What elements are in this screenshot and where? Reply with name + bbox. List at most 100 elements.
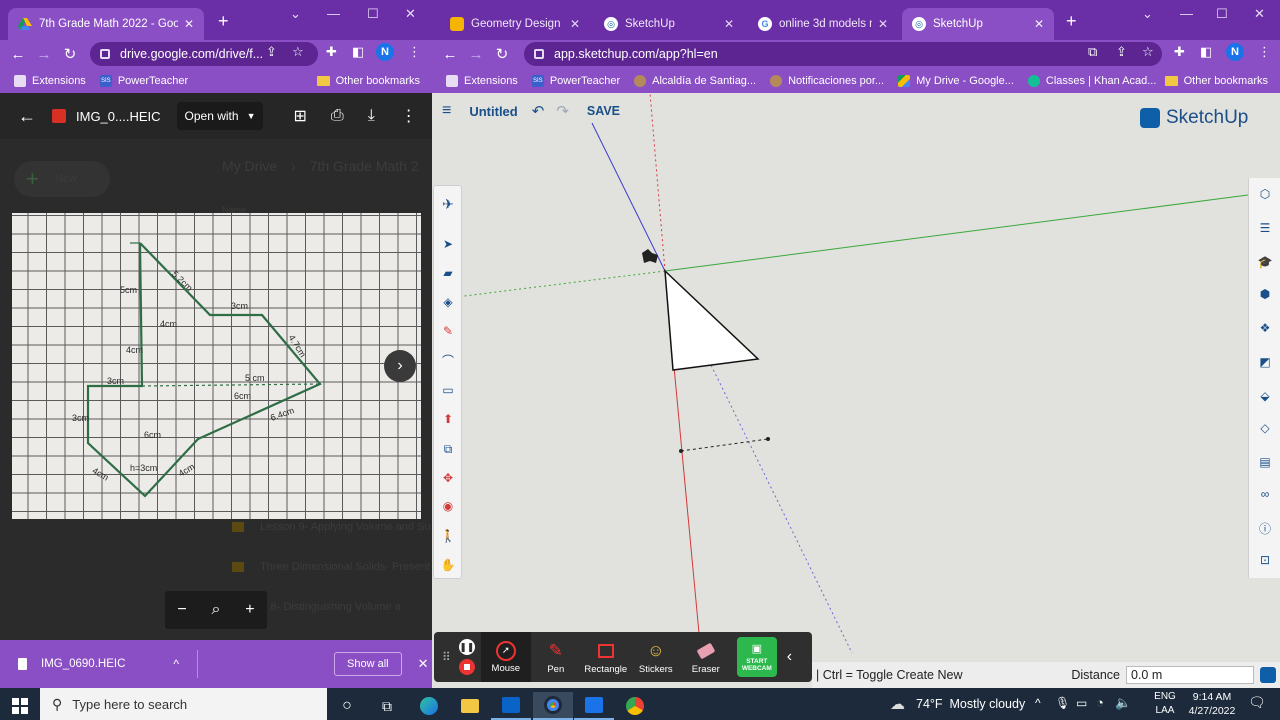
network-icon[interactable]: ▭	[1076, 696, 1087, 710]
avatar[interactable]: N	[376, 43, 394, 61]
solid-icon[interactable]: ⊡	[1255, 550, 1275, 570]
entity-info-icon[interactable]: ⬡	[1255, 184, 1275, 204]
tab-geometry-design[interactable]: Geometry Design Proje ✕	[440, 8, 590, 40]
close-tab-icon[interactable]: ✕	[184, 17, 194, 31]
close-tab-icon[interactable]: ✕	[1034, 17, 1044, 31]
outlook-icon[interactable]	[491, 692, 531, 720]
magnifier-icon[interactable]: ⌕	[212, 601, 221, 619]
start-webcam-button[interactable]: ▣ START WEBCAM	[736, 637, 777, 677]
reload-button[interactable]: ↻	[57, 45, 83, 63]
bookmark-alcaldia[interactable]: Alcaldía de Santiag...	[634, 74, 756, 87]
bookmark-khan[interactable]: Classes | Khan Acad...	[1027, 74, 1156, 87]
extensions-icon[interactable]: ✚	[326, 44, 337, 60]
mouse-tool-button[interactable]: ➚ Mouse	[480, 632, 531, 682]
eraser-icon[interactable]: ▰	[438, 263, 458, 283]
chevron-up-icon[interactable]: ^	[1035, 696, 1041, 710]
maximize-button[interactable]: ☐	[1216, 6, 1228, 22]
reload-button[interactable]: ↻	[489, 45, 515, 63]
tab-google-drive[interactable]: 7th Grade Math 2022 - Google D ✕	[8, 8, 204, 40]
sketchup-viewport[interactable]: ≡ Untitled ↶ ↷ SAVE SketchUp | Ctrl = To…	[432, 93, 1280, 688]
orbit-icon[interactable]: ◉	[438, 496, 458, 516]
tab-online-3d-models[interactable]: G online 3d models mak ✕	[748, 8, 898, 40]
close-tab-icon[interactable]: ✕	[724, 17, 734, 31]
paint-bucket-icon[interactable]: ◈	[438, 292, 458, 312]
clock[interactable]: 9:14 AM 4/27/2022	[1186, 690, 1238, 718]
rectangle-icon[interactable]: ▭	[438, 380, 458, 400]
offset-icon[interactable]: ⧉	[438, 439, 458, 459]
wifi-icon[interactable]: ◔	[1096, 695, 1104, 710]
drag-handle-icon[interactable]: ⠿	[442, 650, 451, 664]
microphone-icon[interactable]: 🎙	[1055, 696, 1070, 710]
document-title[interactable]: Untitled	[469, 104, 517, 119]
bookmark-my-drive[interactable]: My Drive - Google...	[898, 74, 1014, 87]
windows-start-icon[interactable]	[0, 692, 40, 720]
menu-kebab-icon[interactable]: ⋮	[408, 44, 421, 60]
walk-icon[interactable]: 🚶	[438, 526, 458, 546]
bookmark-other[interactable]: Other bookmarks	[316, 75, 420, 87]
close-shelf-icon[interactable]: ✕	[418, 656, 429, 672]
scenes-icon[interactable]: ⬙	[1255, 386, 1275, 406]
close-window-button[interactable]: ✕	[1254, 6, 1265, 22]
new-tab-button[interactable]: +	[1066, 12, 1077, 30]
side-panel-icon[interactable]: ◧	[1200, 44, 1212, 60]
chevron-down-icon[interactable]: ⌄	[1142, 6, 1153, 22]
download-icon[interactable]: ⤓	[368, 107, 375, 125]
close-tab-icon[interactable]: ✕	[878, 17, 888, 31]
open-in-app-icon[interactable]: ⧉	[1088, 44, 1097, 60]
select-icon[interactable]: ➤	[438, 234, 458, 254]
close-window-button[interactable]: ✕	[405, 6, 416, 22]
redo-icon[interactable]: ↷	[556, 102, 569, 120]
cortana-icon[interactable]: ○	[327, 692, 367, 720]
zoom-in-button[interactable]: +	[245, 601, 254, 619]
undo-icon[interactable]: ↶	[532, 102, 545, 120]
extensions-icon[interactable]: ✚	[1174, 44, 1185, 60]
instructor-icon[interactable]: 🎓	[1255, 252, 1275, 272]
chrome-alt-icon[interactable]	[615, 692, 655, 720]
language-indicator[interactable]: ENG LAA	[1152, 690, 1178, 718]
back-arrow-icon[interactable]: ←	[18, 106, 36, 127]
distance-input[interactable]: 0.0 m	[1126, 666, 1254, 684]
collapse-chevron-icon[interactable]: ‹	[787, 648, 792, 666]
bookmark-other[interactable]: Other bookmarks	[1164, 75, 1268, 87]
open-with-button[interactable]: Open with ▼	[176, 102, 264, 130]
bookmark-powerteacher[interactable]: SIS PowerTeacher	[531, 74, 620, 87]
address-bar[interactable]: drive.google.com/drive/f...	[90, 42, 318, 66]
move-icon[interactable]: ✥	[438, 468, 458, 488]
save-button[interactable]: SAVE	[587, 104, 620, 118]
download-file-name[interactable]: IMG_0690.HEIC	[41, 658, 125, 670]
task-view-icon[interactable]: ⧉	[367, 692, 407, 720]
bookmark-powerteacher[interactable]: SIS PowerTeacher	[99, 74, 188, 87]
close-tab-icon[interactable]: ✕	[570, 17, 580, 31]
stop-button[interactable]	[458, 659, 475, 675]
components-icon[interactable]: ⬢	[1255, 284, 1275, 304]
tab-sketchup-2[interactable]: ◎ SketchUp ✕	[902, 8, 1054, 40]
add-shortcut-icon[interactable]: ⊞	[293, 106, 306, 126]
triangle-face[interactable]	[664, 269, 760, 371]
forward-button[interactable]: →	[31, 46, 57, 63]
styles-icon[interactable]: ◩	[1255, 352, 1275, 372]
edge-icon[interactable]	[409, 692, 449, 720]
file-explorer-icon[interactable]	[450, 692, 490, 720]
rectangle-tool-button[interactable]: Rectangle	[581, 632, 631, 682]
forward-button[interactable]: →	[463, 46, 489, 63]
minimize-button[interactable]: —	[1180, 6, 1193, 21]
star-icon[interactable]: ☆	[1142, 44, 1154, 60]
maximize-button[interactable]: ☐	[367, 6, 379, 22]
share-icon[interactable]: ⇪	[266, 44, 277, 60]
hamburger-menu-icon[interactable]: ≡	[442, 102, 451, 120]
stickers-tool-button[interactable]: ☺ Stickers	[631, 632, 681, 682]
volume-icon[interactable]: 🔈	[1115, 695, 1131, 711]
print-icon[interactable]: ⎙	[331, 107, 344, 125]
bookmark-extensions[interactable]: Extensions	[14, 74, 86, 87]
materials-icon[interactable]: ❖	[1255, 318, 1275, 338]
bookmark-notificaciones[interactable]: Notificaciones por...	[770, 74, 884, 87]
media-player-icon[interactable]	[574, 692, 614, 720]
minimize-button[interactable]: —	[327, 6, 340, 21]
tags-icon[interactable]: ◇	[1255, 418, 1275, 438]
weather-icon[interactable]: ☁	[890, 695, 905, 713]
tab-sketchup-1[interactable]: ◎ SketchUp ✕	[594, 8, 744, 40]
next-image-button[interactable]: ›	[384, 350, 416, 382]
pencil-icon[interactable]: ✎	[438, 321, 458, 341]
glasses-icon[interactable]: ∞	[1255, 484, 1275, 504]
address-bar[interactable]: app.sketchup.com/app?hl=en	[524, 42, 1162, 66]
